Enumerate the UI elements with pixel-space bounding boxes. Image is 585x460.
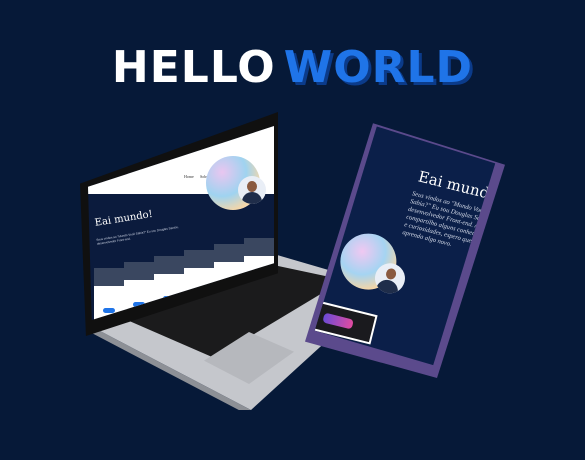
laptop-avatar: [238, 176, 266, 204]
phone-header-bar: [449, 133, 491, 152]
laptop-card-button: [103, 308, 115, 313]
laptop-nav-home: Home: [184, 174, 194, 179]
stage: HELLOWORLD Home Sobre mim Eai mundo! Seu…: [0, 0, 585, 460]
laptop-hero-title: Eai mundo!: [94, 208, 154, 229]
phone-mockup: Eai mundo! Seus vindos ao "Mundo Você Sa…: [305, 118, 505, 378]
